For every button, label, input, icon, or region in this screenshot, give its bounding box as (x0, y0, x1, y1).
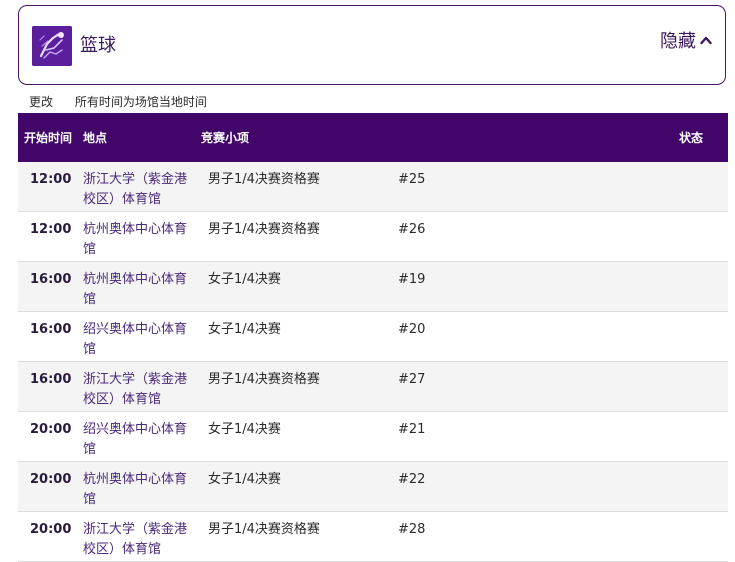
table-row: 20:00 杭州奥体中心体育馆 女子1/4决赛 #22 (18, 462, 728, 512)
table-row: 16:00 浙江大学（紫金港校区）体育馆 男子1/4决赛资格赛 #27 (18, 362, 728, 412)
row-venue-link[interactable]: 杭州奥体中心体育馆 (83, 270, 195, 310)
row-match-number: #22 (398, 472, 426, 487)
row-venue-link[interactable]: 浙江大学（紫金港校区）体育馆 (83, 170, 195, 210)
chevron-up-icon (700, 35, 712, 45)
change-timezone-link[interactable]: 更改 (29, 95, 53, 109)
sport-title: 篮球 (80, 35, 116, 56)
table-row: 20:00 绍兴奥体中心体育馆 女子1/4决赛 #21 (18, 412, 728, 462)
row-match-number: #27 (398, 372, 426, 387)
table-row: 16:00 绍兴奥体中心体育馆 女子1/4决赛 #20 (18, 312, 728, 362)
row-start-time: 16:00 (30, 322, 72, 337)
table-header: 开始时间 地点 竞赛小项 状态 (18, 113, 728, 162)
row-start-time: 12:00 (30, 222, 72, 237)
hide-toggle-button[interactable]: 隐藏 (660, 27, 712, 53)
column-header-event: 竞赛小项 (201, 131, 250, 145)
row-venue-link[interactable]: 浙江大学（紫金港校区）体育馆 (83, 370, 195, 410)
timezone-note: 所有时间为场馆当地时间 (74, 95, 207, 109)
row-start-time: 16:00 (30, 372, 72, 387)
row-event: 男子1/4决赛资格赛 (208, 222, 320, 237)
row-start-time: 20:00 (30, 522, 72, 537)
schedule-table: 开始时间 地点 竞赛小项 状态 12:00 浙江大学（紫金港校区）体育馆 男子1/4… (18, 113, 728, 562)
sport-section-card: 篮球 隐藏 (18, 5, 726, 85)
row-venue-link[interactable]: 绍兴奥体中心体育馆 (83, 320, 195, 360)
row-match-number: #25 (398, 172, 426, 187)
row-venue-link[interactable]: 绍兴奥体中心体育馆 (83, 420, 195, 460)
row-match-number: #21 (398, 422, 426, 437)
row-start-time: 20:00 (30, 472, 72, 487)
column-header-status: 状态 (679, 131, 704, 145)
hide-toggle-label: 隐藏 (660, 31, 696, 52)
row-event: 男子1/4决赛资格赛 (208, 372, 320, 387)
row-event: 女子1/4决赛 (208, 322, 281, 337)
table-row: 12:00 杭州奥体中心体育馆 男子1/4决赛资格赛 #26 (18, 212, 728, 262)
row-start-time: 12:00 (30, 172, 72, 187)
row-match-number: #20 (398, 322, 426, 337)
row-venue-link[interactable]: 浙江大学（紫金港校区）体育馆 (83, 520, 195, 560)
table-row: 20:00 浙江大学（紫金港校区）体育馆 男子1/4决赛资格赛 #28 (18, 512, 728, 562)
column-header-time: 开始时间 (24, 130, 73, 145)
row-event: 男子1/4决赛资格赛 (208, 522, 320, 537)
table-body: 12:00 浙江大学（紫金港校区）体育馆 男子1/4决赛资格赛 #25 12:00 杭州奥… (18, 162, 728, 562)
column-header-venue: 地点 (83, 131, 108, 145)
row-start-time: 20:00 (30, 422, 72, 437)
timezone-bar: 更改 所有时间为场馆当地时间 (29, 93, 207, 110)
table-row: 16:00 杭州奥体中心体育馆 女子1/4决赛 #19 (18, 262, 728, 312)
basketball-pictogram-icon (32, 26, 72, 66)
row-event: 女子1/4决赛 (208, 422, 281, 437)
table-row: 12:00 浙江大学（紫金港校区）体育馆 男子1/4决赛资格赛 #25 (18, 162, 728, 212)
row-event: 女子1/4决赛 (208, 272, 281, 287)
row-match-number: #19 (398, 272, 426, 287)
row-match-number: #26 (398, 222, 426, 237)
row-venue-link[interactable]: 杭州奥体中心体育馆 (83, 220, 195, 260)
row-match-number: #28 (398, 522, 426, 537)
row-event: 男子1/4决赛资格赛 (208, 172, 320, 187)
row-venue-link[interactable]: 杭州奥体中心体育馆 (83, 470, 195, 510)
row-event: 女子1/4决赛 (208, 472, 281, 487)
row-start-time: 16:00 (30, 272, 72, 287)
